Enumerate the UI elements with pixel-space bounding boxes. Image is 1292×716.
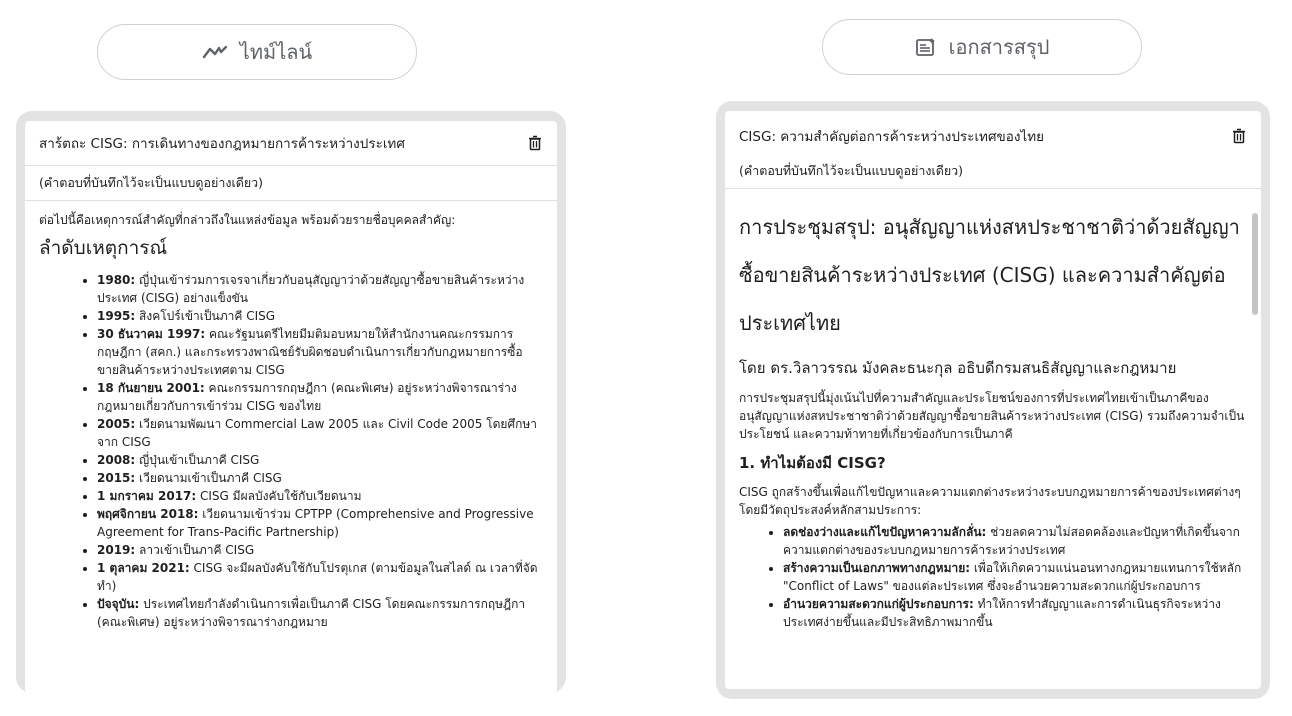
summary-body[interactable]: การประชุมสรุป: อนุสัญญาแห่งสหประชาชาติว่… <box>725 189 1261 631</box>
section-heading: ลำดับเหตุการณ์ <box>39 237 168 259</box>
tab-timeline-label: ไทม์ไลน์ <box>239 40 313 64</box>
bullet-item: สร้างความเป็นเอกภาพทางกฎหมาย: เพื่อให้เก… <box>783 559 1247 595</box>
event-item: 1 ตุลาคม 2021: CISG จะมีผลบังคับใช้กับโป… <box>97 559 543 595</box>
event-text: ญี่ปุ่นเข้าเป็นภาคี CISG <box>135 453 260 467</box>
event-text: ประเทศไทยกำลังดำเนินการเพื่อเป็นภาคี CIS… <box>97 597 526 629</box>
summary-paragraph: การประชุมสรุปนี้มุ่งเน้นไปที่ความสำคัญแล… <box>739 391 1245 441</box>
card-header: CISG: ความสำคัญต่อการค้าระหว่างประเทศของ… <box>725 111 1261 161</box>
tab-summary-label: เอกสารสรุป <box>948 35 1050 59</box>
event-text: เวียดนามพัฒนา Commercial Law 2005 และ Ci… <box>97 417 537 449</box>
card-title: CISG: ความสำคัญต่อการค้าระหว่างประเทศของ… <box>739 129 1045 145</box>
event-list: 1980: ญี่ปุ่นเข้าร่วมการเจรจาเกี่ยวกับอน… <box>39 271 543 631</box>
tab-summary-doc[interactable]: เอกสารสรุป <box>822 19 1142 75</box>
event-text: CISG มีผลบังคับใช้กับเวียดนาม <box>196 489 362 503</box>
event-text: ลาวเข้าเป็นภาคี CISG <box>135 543 255 557</box>
event-item: 2005: เวียดนามพัฒนา Commercial Law 2005 … <box>97 415 543 451</box>
bullet-heading: สร้างความเป็นเอกภาพทางกฎหมาย: <box>783 561 971 575</box>
delete-icon[interactable] <box>527 135 543 151</box>
event-item: 1995: สิงคโปร์เข้าเป็นภาคี CISG <box>97 307 543 325</box>
tab-timeline[interactable]: ไทม์ไลน์ <box>97 24 417 80</box>
document-title: การประชุมสรุป: อนุสัญญาแห่งสหประชาชาติว่… <box>739 215 1240 335</box>
intro-text: ต่อไปนี้คือเหตุการณ์สำคัญที่กล่าวถึงในแห… <box>39 213 456 227</box>
event-date: 2019: <box>97 543 136 557</box>
event-date: 2008: <box>97 453 136 467</box>
event-date: 30 ธันวาคม 1997: <box>97 327 206 341</box>
read-only-note: (คำตอบที่บันทึกไว้จะเป็นแบบดูอย่างเดียว) <box>725 161 1261 189</box>
event-item: 30 ธันวาคม 1997: คณะรัฐมนตรีไทยมีมติมอบห… <box>97 325 543 379</box>
event-text: สิงคโปร์เข้าเป็นภาคี CISG <box>135 309 276 323</box>
event-text: ญี่ปุ่นเข้าร่วมการเจรจาเกี่ยวกับอนุสัญญา… <box>97 273 525 305</box>
event-date: 1995: <box>97 309 136 323</box>
read-only-note: (คำตอบที่บันทึกไว้จะเป็นแบบดูอย่างเดียว) <box>25 165 557 201</box>
event-date: 1 มกราคม 2017: <box>97 489 197 503</box>
bullet-item: ลดช่องว่างและแก้ไขปัญหาความลักลั่น: ช่วย… <box>783 523 1247 559</box>
section-heading: 1. ทำไมต้องมี CISG? <box>739 454 886 472</box>
section-paragraph: CISG ถูกสร้างขึ้นเพื่อแก้ไขปัญหาและความแ… <box>739 485 1241 517</box>
event-item: 18 กันยายน 2001: คณะกรรมการกฤษฎีกา (คณะพ… <box>97 379 543 415</box>
delete-icon[interactable] <box>1231 128 1247 144</box>
trend-line-icon <box>202 44 228 60</box>
event-item: 2015: เวียดนามเข้าเป็นภาคี CISG <box>97 469 543 487</box>
bullet-heading: ลดช่องว่างและแก้ไขปัญหาความลักลั่น: <box>783 525 987 539</box>
event-text: เวียดนามเข้าเป็นภาคี CISG <box>135 471 282 485</box>
byline: โดย ดร.วิลาวรรณ มังคละธนะกุล อธิบดีกรมสน… <box>739 359 1177 377</box>
event-date: 1 ตุลาคม 2021: <box>97 561 190 575</box>
bullet-item: อำนวยความสะดวกแก่ผู้ประกอบการ: ทำให้การท… <box>783 595 1247 631</box>
summary-doc-icon <box>915 37 937 57</box>
timeline-body: ต่อไปนี้คือเหตุการณ์สำคัญที่กล่าวถึงในแห… <box>25 201 557 641</box>
scrollbar-thumb[interactable] <box>1252 213 1258 315</box>
event-date: พฤศจิกายน 2018: <box>97 507 199 521</box>
card-title: สาร้ตถะ CISG: การเดินทางของกฎหมายการค้าร… <box>39 136 405 152</box>
summary-panel: CISG: ความสำคัญต่อการค้าระหว่างประเทศของ… <box>716 101 1270 699</box>
card-header: สาร้ตถะ CISG: การเดินทางของกฎหมายการค้าร… <box>25 121 557 165</box>
event-date: 2015: <box>97 471 136 485</box>
summary-card: CISG: ความสำคัญต่อการค้าระหว่างประเทศของ… <box>725 111 1261 689</box>
event-date: ปัจจุบัน: <box>97 597 140 611</box>
event-date: 1980: <box>97 273 136 287</box>
event-item: 1980: ญี่ปุ่นเข้าร่วมการเจรจาเกี่ยวกับอน… <box>97 271 543 307</box>
event-item: 1 มกราคม 2017: CISG มีผลบังคับใช้กับเวีย… <box>97 487 543 505</box>
bullet-list: ลดช่องว่างและแก้ไขปัญหาความลักลั่น: ช่วย… <box>739 523 1247 631</box>
bullet-heading: อำนวยความสะดวกแก่ผู้ประกอบการ: <box>783 597 974 611</box>
event-item: 2019: ลาวเข้าเป็นภาคี CISG <box>97 541 543 559</box>
event-item: พฤศจิกายน 2018: เวียดนามเข้าร่วม CPTPP (… <box>97 505 543 541</box>
event-date: 2005: <box>97 417 136 431</box>
event-date: 18 กันยายน 2001: <box>97 381 205 395</box>
timeline-panel: สาร้ตถะ CISG: การเดินทางของกฎหมายการค้าร… <box>16 111 566 693</box>
timeline-card: สาร้ตถะ CISG: การเดินทางของกฎหมายการค้าร… <box>25 121 557 693</box>
event-item: 2008: ญี่ปุ่นเข้าเป็นภาคี CISG <box>97 451 543 469</box>
event-item: ปัจจุบัน: ประเทศไทยกำลังดำเนินการเพื่อเป… <box>97 595 543 631</box>
